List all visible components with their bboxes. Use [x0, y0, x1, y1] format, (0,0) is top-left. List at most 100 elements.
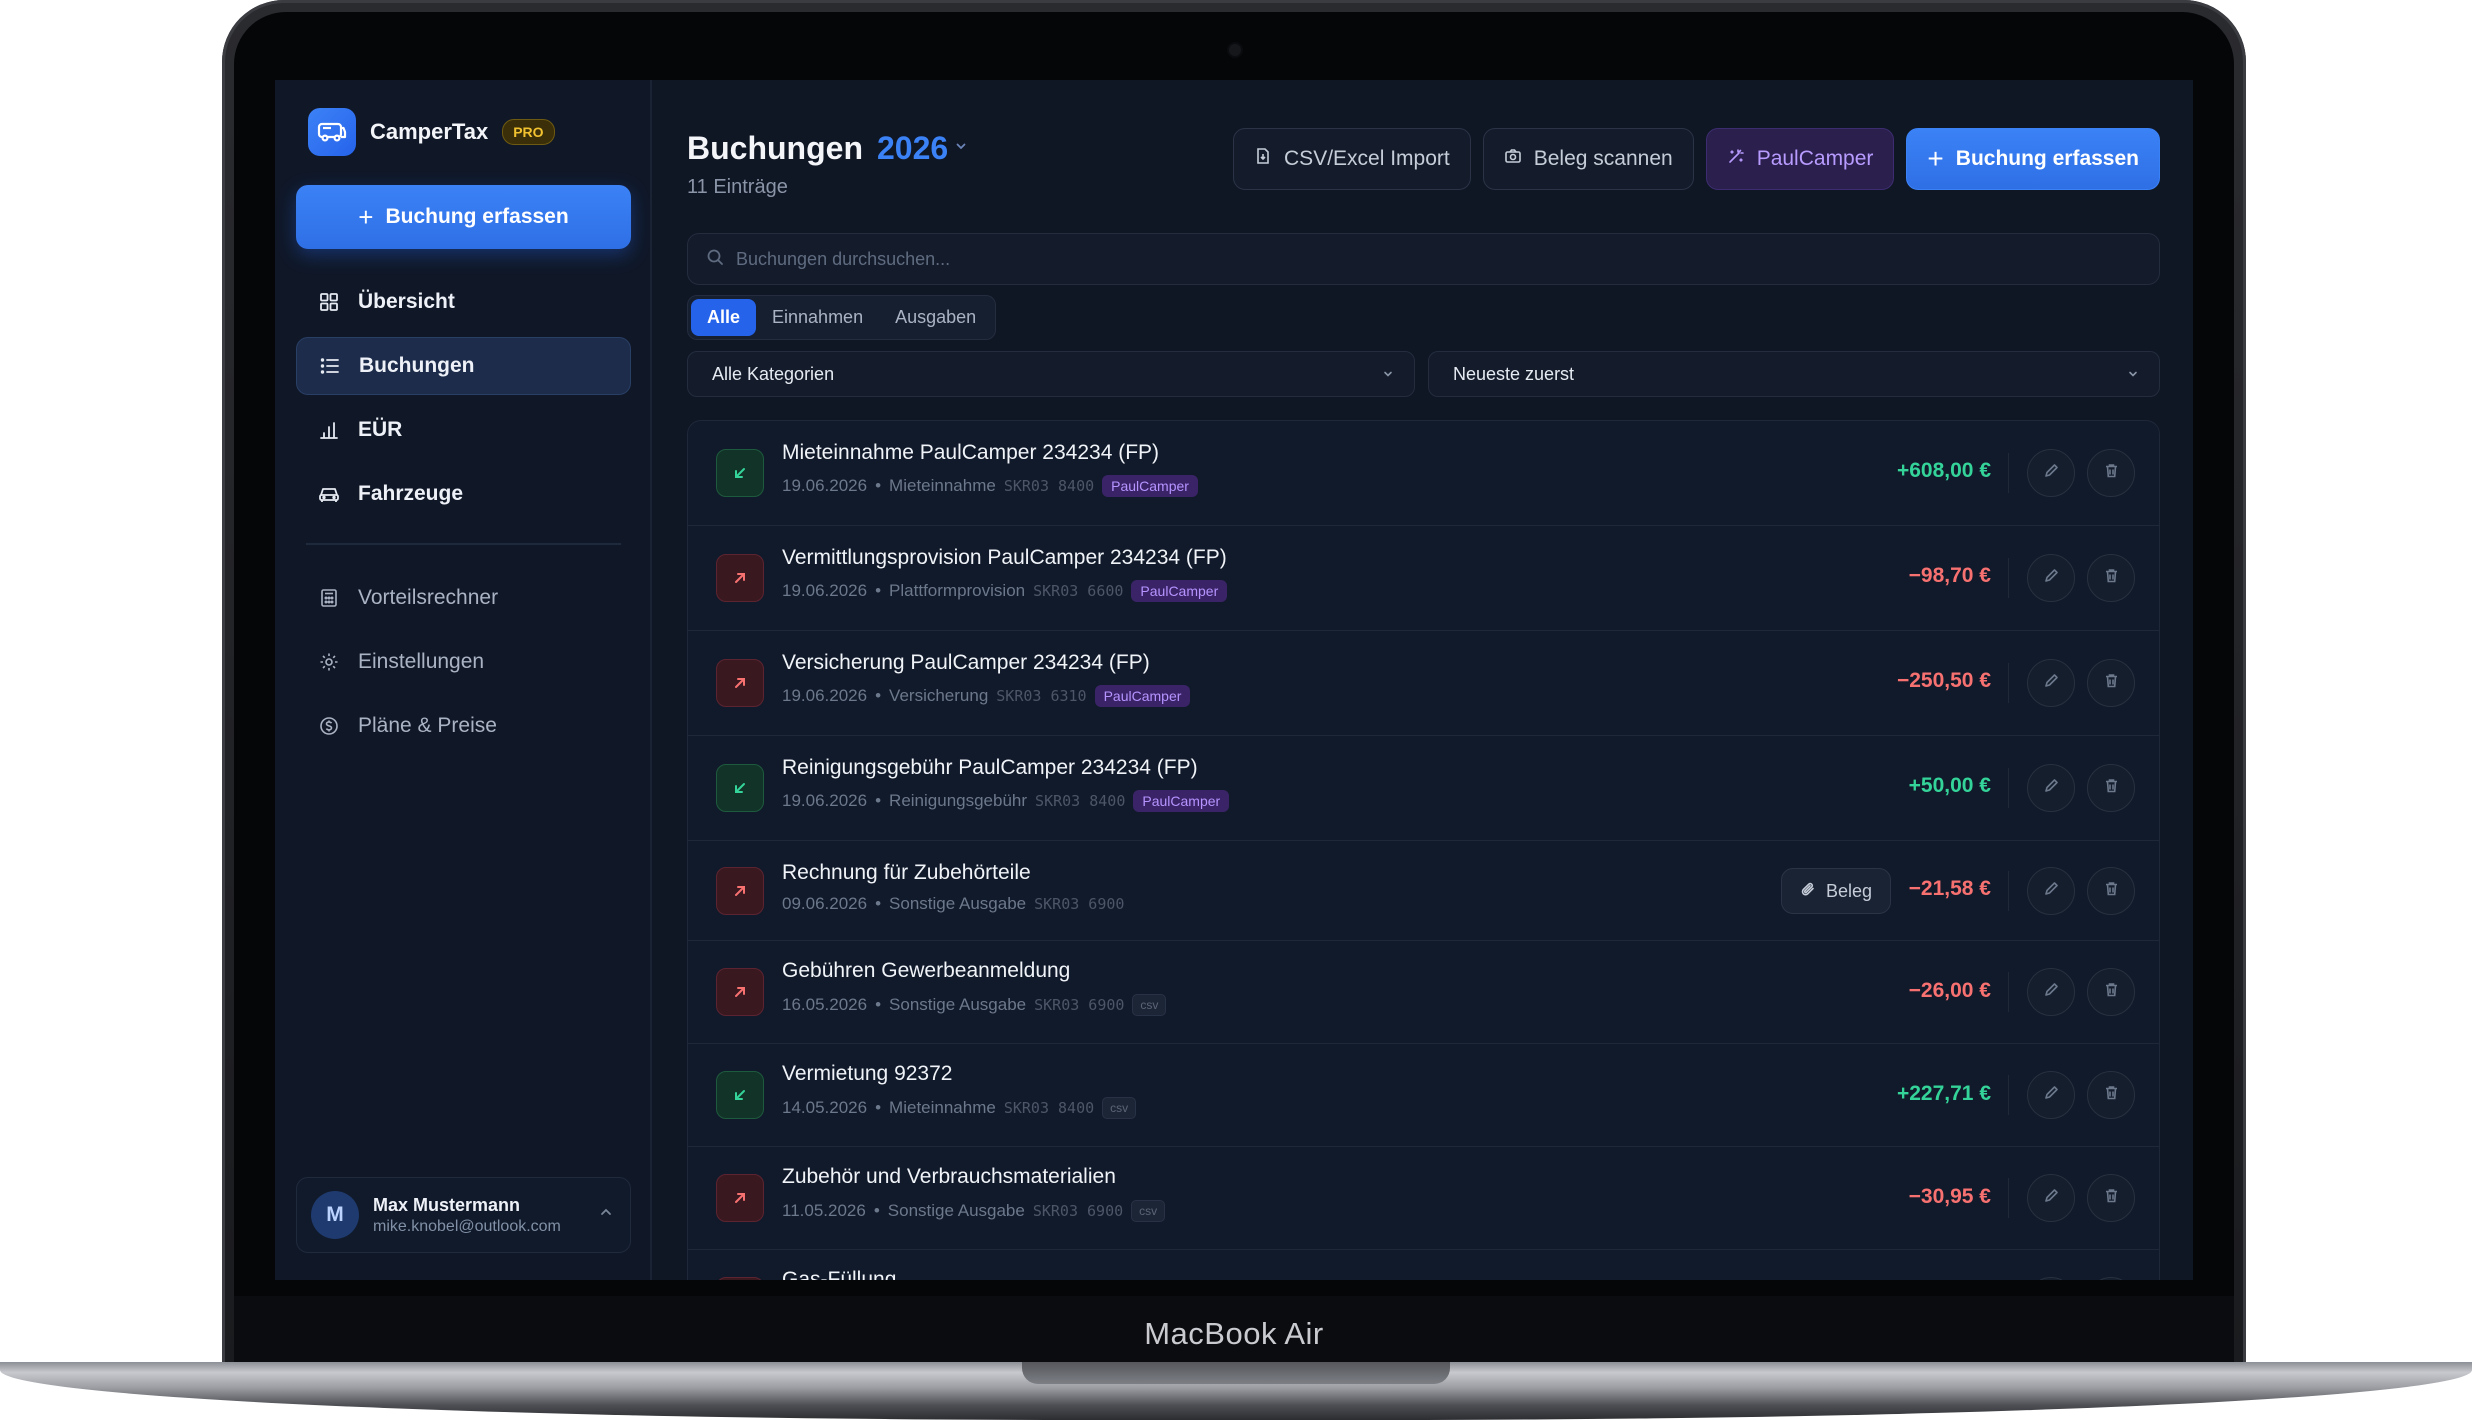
- bar-chart-icon: [318, 419, 340, 441]
- booking-category: Sonstige Ausgabe: [889, 894, 1027, 913]
- sidebar-item-label: Vorteilsrechner: [358, 586, 499, 609]
- booking-account: SKR03 8400: [1003, 477, 1095, 495]
- sidebar-item-vorteilsrechner[interactable]: Vorteilsrechner: [296, 569, 631, 627]
- laptop-notch: [1022, 1362, 1450, 1384]
- booking-date: 19.06.2026: [782, 791, 868, 810]
- booking-amount: −98,70 €: [1908, 564, 1991, 587]
- category-select[interactable]: Alle Kategorien: [687, 351, 1415, 397]
- separator: •: [875, 686, 882, 705]
- booking-row[interactable]: Gebühren Gewerbeanmeldung 16.05.2026 • S…: [688, 941, 2159, 1044]
- edit-button[interactable]: [2027, 1277, 2075, 1280]
- booking-category: Mieteinnahme: [889, 476, 996, 495]
- paulcamper-tag: PaulCamper: [1131, 580, 1228, 602]
- booking-row[interactable]: Versicherung PaulCamper 234234 (FP) 19.0…: [688, 631, 2159, 736]
- separator: •: [875, 791, 882, 810]
- user-menu[interactable]: M Max Mustermann mike.knobel@outlook.com: [296, 1177, 631, 1253]
- filter-income[interactable]: Einnahmen: [756, 299, 879, 336]
- scan-receipt-button[interactable]: Beleg scannen: [1482, 128, 1694, 190]
- sidebar-item-einstellungen[interactable]: Einstellungen: [296, 633, 631, 691]
- booking-row[interactable]: Rechnung für Zubehörteile 09.06.2026 • S…: [688, 841, 2159, 941]
- sort-select[interactable]: Neueste zuerst: [1428, 351, 2160, 397]
- paulcamper-tag: PaulCamper: [1102, 475, 1198, 497]
- booking-title: Vermietung 92372: [782, 1062, 953, 1085]
- type-filter: Alle Einnahmen Ausgaben: [687, 295, 997, 340]
- edit-button[interactable]: [2027, 1071, 2075, 1119]
- booking-title: Vermittlungsprovision PaulCamper 234234 …: [782, 546, 1227, 569]
- sidebar-item-euer[interactable]: EÜR: [296, 401, 631, 459]
- delete-button[interactable]: [2087, 554, 2135, 602]
- booking-category: Reinigungsgebühr: [889, 791, 1028, 810]
- delete-button[interactable]: [2087, 1071, 2135, 1119]
- pencil-icon: [2043, 880, 2060, 902]
- booking-title: Versicherung PaulCamper 234234 (FP): [782, 651, 1150, 674]
- search-input[interactable]: Buchungen durchsuchen...: [687, 233, 2160, 285]
- list-icon: [319, 355, 341, 377]
- booking-account: SKR03 6900: [1034, 895, 1125, 913]
- booking-date: 11.05.2026: [782, 1201, 866, 1220]
- pencil-icon: [2043, 567, 2060, 589]
- booking-amount: −250,50 €: [1896, 669, 1991, 692]
- sidebar-item-fahrzeuge[interactable]: Fahrzeuge: [296, 465, 631, 523]
- divider: [2008, 1075, 2009, 1115]
- booking-row[interactable]: Reinigungsgebühr PaulCamper 234234 (FP) …: [688, 736, 2159, 841]
- csv-tag: csv: [1132, 994, 1167, 1016]
- edit-button[interactable]: [2027, 764, 2075, 812]
- booking-date: 19.06.2026: [782, 581, 868, 600]
- delete-button[interactable]: [2087, 449, 2135, 497]
- sidebar-item-label: Einstellungen: [358, 650, 485, 673]
- arrow-up-right-icon: [716, 659, 764, 707]
- year-selector[interactable]: 2026: [877, 130, 968, 167]
- delete-button[interactable]: [2087, 968, 2135, 1016]
- booking-row[interactable]: Vermittlungsprovision PaulCamper 234234 …: [688, 526, 2159, 631]
- booking-title: Gas-Füllung: [782, 1268, 897, 1280]
- csv-import-label: CSV/Excel Import: [1284, 147, 1450, 170]
- delete-button[interactable]: [2087, 1277, 2135, 1280]
- booking-row[interactable]: Vermietung 92372 14.05.2026 • Mieteinnah…: [688, 1044, 2159, 1147]
- sort-select-value: Neueste zuerst: [1453, 363, 1575, 384]
- sidebar-new-booking-button[interactable]: + Buchung erfassen: [296, 185, 631, 249]
- edit-button[interactable]: [2027, 968, 2075, 1016]
- edit-button[interactable]: [2027, 554, 2075, 602]
- divider: [2008, 1178, 2009, 1218]
- separator: •: [875, 476, 882, 495]
- user-info: Max Mustermann mike.knobel@outlook.com: [373, 1195, 561, 1236]
- filter-all[interactable]: Alle: [691, 299, 757, 336]
- chevron-down-icon: [1382, 364, 1394, 385]
- avatar: M: [311, 1191, 359, 1239]
- new-booking-button[interactable]: + Buchung erfassen: [1906, 128, 2160, 190]
- filter-expenses[interactable]: Ausgaben: [879, 299, 992, 336]
- edit-button[interactable]: [2027, 449, 2075, 497]
- sidebar-item-label: Buchungen: [359, 354, 475, 377]
- booking-title: Mieteinnahme PaulCamper 234234 (FP): [782, 441, 1160, 464]
- booking-row[interactable]: Gas-Füllung: [688, 1250, 2159, 1280]
- brand[interactable]: CamperTax PRO: [308, 108, 555, 156]
- delete-button[interactable]: [2087, 659, 2135, 707]
- pencil-icon: [2043, 1187, 2060, 1209]
- receipt-button[interactable]: Beleg: [1780, 868, 1891, 914]
- booking-row[interactable]: Mieteinnahme PaulCamper 234234 (FP) 19.0…: [688, 421, 2159, 526]
- app-name: CamperTax: [370, 119, 489, 144]
- device-label: MacBook Air: [1144, 1316, 1324, 1351]
- car-icon: [318, 483, 340, 505]
- trash-icon: [2103, 981, 2120, 1003]
- edit-button[interactable]: [2027, 1174, 2075, 1222]
- booking-date: 14.05.2026: [782, 1098, 868, 1117]
- edit-button[interactable]: [2027, 867, 2075, 915]
- delete-button[interactable]: [2087, 867, 2135, 915]
- paulcamper-button[interactable]: PaulCamper: [1705, 128, 1895, 190]
- trash-icon: [2103, 1084, 2120, 1106]
- receipt-label: Beleg: [1825, 880, 1872, 901]
- pencil-icon: [2043, 672, 2060, 694]
- booking-row[interactable]: Zubehör und Verbrauchsmaterialien 11.05.…: [688, 1147, 2159, 1250]
- edit-button[interactable]: [2027, 659, 2075, 707]
- sidebar-item-plaene-preise[interactable]: Pläne & Preise: [296, 697, 631, 755]
- delete-button[interactable]: [2087, 1174, 2135, 1222]
- csv-import-button[interactable]: CSV/Excel Import: [1233, 128, 1471, 190]
- sidebar-nav: Übersicht Buchungen EÜR Fahrzeuge Vortei…: [296, 273, 631, 761]
- paulcamper-tag: PaulCamper: [1094, 685, 1191, 707]
- delete-button[interactable]: [2087, 764, 2135, 812]
- page-title-text: Buchungen: [687, 130, 863, 166]
- arrow-down-left-icon: [716, 1071, 764, 1119]
- sidebar-item-uebersicht[interactable]: Übersicht: [296, 273, 631, 331]
- sidebar-item-buchungen[interactable]: Buchungen: [296, 337, 631, 395]
